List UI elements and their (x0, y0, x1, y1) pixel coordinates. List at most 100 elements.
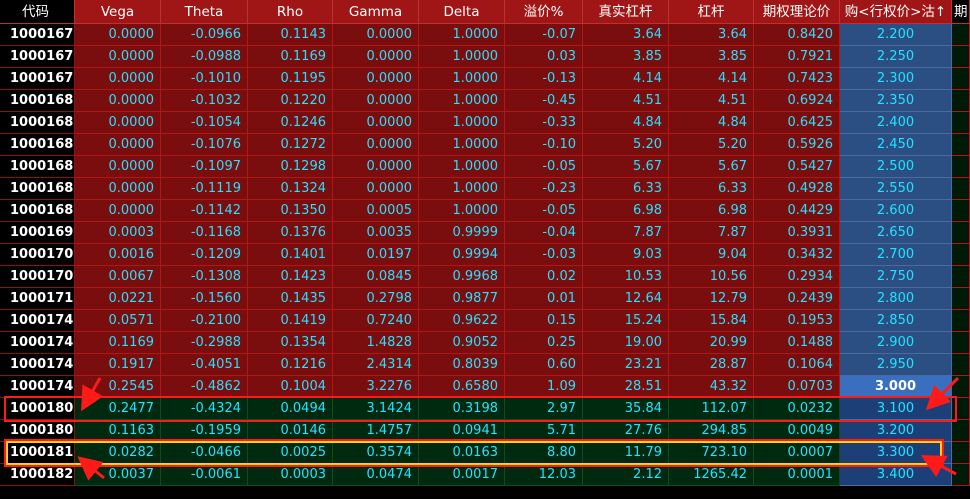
table-row[interactable]: 100016800.0000-0.10320.12200.00001.0000-… (0, 90, 970, 112)
table-row[interactable]: 100016810.0000-0.10540.12460.00001.0000-… (0, 112, 970, 134)
cell-delta: 1.0000 (419, 112, 505, 134)
table-row[interactable]: 100016840.0000-0.11190.13240.00001.0000-… (0, 178, 970, 200)
cell-vega: 0.0000 (75, 68, 161, 90)
cell-strike: 2.900 (840, 332, 952, 354)
header-gamma[interactable]: Gamma (333, 0, 419, 24)
cell-code: 10001679 (0, 68, 75, 90)
cell-theta: -0.1010 (161, 68, 248, 90)
cell-rho: 0.1376 (248, 222, 333, 244)
table-row[interactable]: 100018250.0037-0.00610.00030.04740.00171… (0, 464, 970, 486)
header-leverage[interactable]: 杠杆 (669, 0, 754, 24)
table-row[interactable]: 100016820.0000-0.10760.12720.00001.0000-… (0, 134, 970, 156)
table-row[interactable]: 100017460.2545-0.48620.10043.22760.65801… (0, 376, 970, 398)
table-row[interactable]: 100017430.0571-0.21000.14190.72400.96220… (0, 310, 970, 332)
cell-rho: 0.1169 (248, 46, 333, 68)
header-code[interactable]: 代码 (0, 0, 75, 24)
cell-tail (952, 442, 970, 464)
cell-premium: -0.23 (505, 178, 583, 200)
table-row[interactable]: 100017010.0016-0.12090.14010.01970.9994-… (0, 244, 970, 266)
cell-real-leverage: 5.20 (583, 134, 669, 156)
cell-strike: 2.650 (840, 222, 952, 244)
header-real-leverage[interactable]: 真实杠杆 (583, 0, 669, 24)
cell-gamma: 3.1424 (333, 398, 419, 420)
header-premium[interactable]: 溢价% (505, 0, 583, 24)
cell-vega: 0.0037 (75, 464, 161, 486)
cell-theta: -0.1560 (161, 288, 248, 310)
cell-theoretical-price: 0.0049 (754, 420, 840, 442)
option-greeks-table: 代码 Vega Theta Rho Gamma Delta 溢价% 真实杠杆 杠杆 期权理论价 购<… (0, 0, 970, 486)
cell-real-leverage: 15.24 (583, 310, 669, 332)
cell-gamma: 3.2276 (333, 376, 419, 398)
cell-tail (952, 112, 970, 134)
cell-leverage: 3.85 (669, 46, 754, 68)
cell-gamma: 0.3574 (333, 442, 419, 464)
header-vega[interactable]: Vega (75, 0, 161, 24)
cell-code: 10001678 (0, 46, 75, 68)
cell-code: 10001684 (0, 178, 75, 200)
table-row[interactable]: 100018010.2477-0.43240.04943.14240.31982… (0, 398, 970, 420)
cell-leverage: 294.85 (669, 420, 754, 442)
cell-theoretical-price: 0.7423 (754, 68, 840, 90)
cell-vega: 0.0000 (75, 24, 161, 46)
cell-premium: -0.13 (505, 68, 583, 90)
table-row[interactable]: 100016780.0000-0.09880.11690.00001.00000… (0, 46, 970, 68)
cell-strike: 2.800 (840, 288, 952, 310)
cell-leverage: 6.33 (669, 178, 754, 200)
cell-code: 10001817 (0, 442, 75, 464)
cell-real-leverage: 3.64 (583, 24, 669, 46)
cell-leverage: 15.84 (669, 310, 754, 332)
cell-theta: -0.1097 (161, 156, 248, 178)
cell-leverage: 20.99 (669, 332, 754, 354)
header-theoretical-price[interactable]: 期权理论价 (754, 0, 840, 24)
cell-tail (952, 222, 970, 244)
cell-premium: -0.07 (505, 24, 583, 46)
cell-premium: 0.01 (505, 288, 583, 310)
header-tail[interactable]: 期 (952, 0, 970, 24)
cell-theta: -0.1168 (161, 222, 248, 244)
table-row[interactable]: 100016850.0000-0.11420.13500.00051.0000-… (0, 200, 970, 222)
cell-gamma: 0.2798 (333, 288, 419, 310)
table-row[interactable]: 100016790.0000-0.10100.11950.00001.0000-… (0, 68, 970, 90)
cell-real-leverage: 4.84 (583, 112, 669, 134)
header-delta[interactable]: Delta (419, 0, 505, 24)
header-theta[interactable]: Theta (161, 0, 248, 24)
header-strike[interactable]: 购<行权价>沽↑ (840, 0, 952, 24)
cell-theta: -0.4051 (161, 354, 248, 376)
cell-strike: 3.400 (840, 464, 952, 486)
cell-gamma: 0.0000 (333, 90, 419, 112)
table-row[interactable]: 100017090.0067-0.13080.14230.08450.99680… (0, 266, 970, 288)
cell-leverage: 5.67 (669, 156, 754, 178)
table-row[interactable]: 100018170.0282-0.04660.00250.35740.01638… (0, 442, 970, 464)
table-row[interactable]: 100017440.1169-0.29880.13541.48280.90520… (0, 332, 970, 354)
cell-theta: -0.0988 (161, 46, 248, 68)
cell-theta: -0.1054 (161, 112, 248, 134)
cell-real-leverage: 35.84 (583, 398, 669, 420)
table-row[interactable]: 100016770.0000-0.09660.11430.00001.0000-… (0, 24, 970, 46)
cell-real-leverage: 10.53 (583, 266, 669, 288)
table-row[interactable]: 100016830.0000-0.10970.12980.00001.0000-… (0, 156, 970, 178)
table-body: 100016770.0000-0.09660.11430.00001.0000-… (0, 24, 970, 486)
table-row[interactable]: 100018090.1163-0.19590.01461.47570.09415… (0, 420, 970, 442)
cell-tail (952, 46, 970, 68)
cell-premium: 0.03 (505, 46, 583, 68)
cell-vega: 0.1163 (75, 420, 161, 442)
cell-rho: 0.1423 (248, 266, 333, 288)
table-row[interactable]: 100017170.0221-0.15600.14350.27980.98770… (0, 288, 970, 310)
cell-delta: 0.9994 (419, 244, 505, 266)
cell-vega: 0.2477 (75, 398, 161, 420)
header-rho[interactable]: Rho (248, 0, 333, 24)
cell-theta: -0.2988 (161, 332, 248, 354)
table-header: 代码 Vega Theta Rho Gamma Delta 溢价% 真实杠杆 杠杆 期权理论价 购<… (0, 0, 970, 24)
cell-code: 10001745 (0, 354, 75, 376)
table-row[interactable]: 100017450.1917-0.40510.12162.43140.80390… (0, 354, 970, 376)
cell-delta: 0.8039 (419, 354, 505, 376)
cell-tail (952, 178, 970, 200)
cell-delta: 0.9968 (419, 266, 505, 288)
cell-code: 10001701 (0, 244, 75, 266)
cell-theta: -0.1959 (161, 420, 248, 442)
cell-leverage: 6.98 (669, 200, 754, 222)
cell-premium: 0.15 (505, 310, 583, 332)
table-row[interactable]: 100016970.0003-0.11680.13760.00350.9999-… (0, 222, 970, 244)
cell-leverage: 10.56 (669, 266, 754, 288)
cell-rho: 0.0025 (248, 442, 333, 464)
